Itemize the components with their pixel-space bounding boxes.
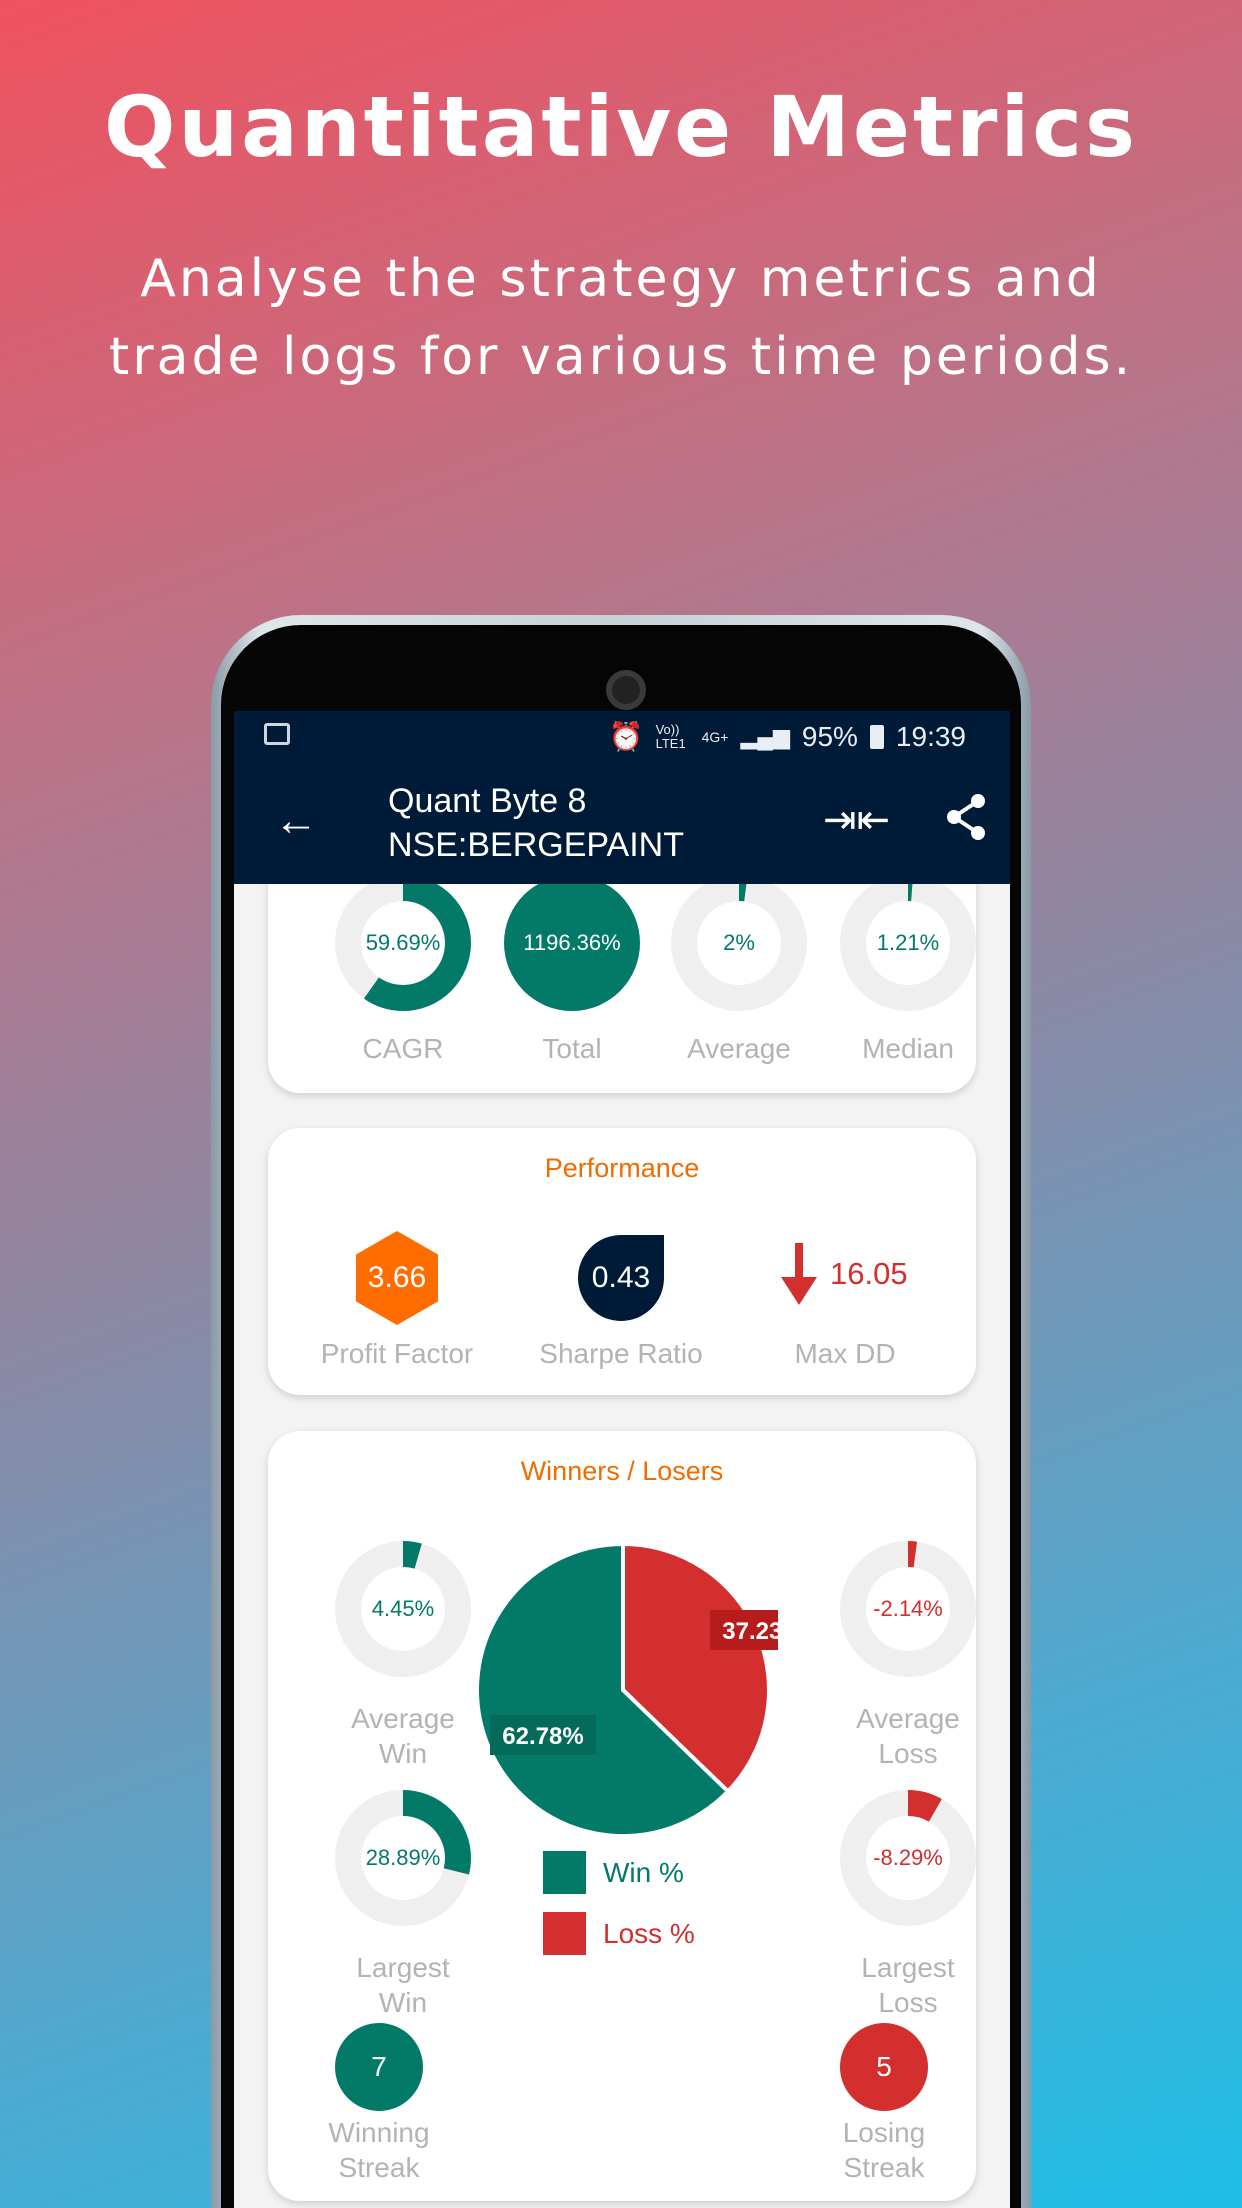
legend-label-win[interactable]: Win % <box>603 1857 684 1889</box>
average-loss-label: Average Loss <box>856 1703 960 1769</box>
sharpe-ratio-badge: 0.43 <box>578 1235 664 1321</box>
donut-total: 1196.36% <box>504 875 640 1011</box>
donut-label-median: Median <box>862 1033 954 1064</box>
performance-title: Performance <box>544 1153 700 1183</box>
profit-factor-badge: 3.66 <box>356 1231 438 1325</box>
pie-label-win: 62.78% <box>490 1715 596 1755</box>
largest-loss-label: Largest Loss <box>861 1952 955 2018</box>
pie-label-loss: 37.23% <box>710 1610 778 1650</box>
donut-average: 2% <box>671 875 807 1011</box>
volte-icon: Vo)) LTE1 <box>655 721 686 751</box>
profit-factor-label: Profit Factor <box>320 1338 474 1369</box>
winning-streak-label: Winning Streak <box>328 2117 430 2183</box>
pie-label-text: 62.78% <box>502 1723 583 1750</box>
donut-value: 4.45% <box>371 1596 435 1621</box>
donut-value: 2% <box>723 930 755 955</box>
losing-streak-badge: 5 <box>840 2023 928 2111</box>
win-loss-pie-chart: 37.23% 62.78% <box>475 1541 778 1838</box>
largest-loss-donut: -8.29% <box>840 1790 976 1926</box>
strategy-title: Quant Byte 8 <box>388 782 587 820</box>
subtitle-line: trade logs for various time periods. <box>108 327 1134 387</box>
average-win-label: Average Win <box>351 1703 455 1769</box>
winners-losers-title: Winners / Losers <box>520 1456 724 1486</box>
losing-streak-label: Losing Streak <box>842 2117 926 2183</box>
arrow-left-icon[interactable]: ← <box>274 796 318 846</box>
largest-win-label: Largest Win <box>356 1952 450 2018</box>
phone-frame: ⏰ Vo)) LTE1 4G+ ▂▄▆ 95% 19:39 ← Quant By… <box>211 615 1031 2208</box>
max-dd-label: Max DD <box>794 1338 896 1369</box>
donut-cagr: 59.69% <box>335 875 471 1011</box>
app-screen: ⏰ Vo)) LTE1 4G+ ▂▄▆ 95% 19:39 ← Quant By… <box>234 711 1010 2208</box>
performance-card: Performance 3.66 Profit Factor 0.43 Shar… <box>268 1128 976 1395</box>
donut-value: 1.21% <box>876 930 940 955</box>
app-bar: ← Quant Byte 8 NSE:BERGEPAINT ⇥⇤ <box>234 761 1010 884</box>
largest-win-donut: 28.89% <box>335 1790 471 1926</box>
donut-median: 1.21% <box>840 875 976 1011</box>
donut-value: 28.89% <box>365 1845 441 1870</box>
symbol-title: NSE:BERGEPAINT <box>388 826 684 864</box>
alarm-icon: ⏰ <box>608 721 644 752</box>
legend-swatch-win <box>543 1851 586 1894</box>
average-loss-donut: -2.14% <box>840 1541 976 1677</box>
legend-label-loss[interactable]: Loss % <box>603 1918 695 1950</box>
winners-losers-card: Winners / Losers 37.23% 62.78% Win % Loss… <box>268 1431 976 2201</box>
image-icon <box>264 723 290 745</box>
clock: 19:39 <box>895 720 966 752</box>
legend-swatch-loss <box>543 1912 586 1955</box>
battery-charging-icon <box>869 724 884 749</box>
max-dd-value: 16.05 <box>830 1256 908 1291</box>
camera <box>606 670 646 710</box>
4g-icon: 4G+ <box>701 728 729 745</box>
battery-text: 95% <box>801 720 858 752</box>
hero-title: Quantitative Metrics <box>103 78 1139 176</box>
donut-value: 1196.36% <box>523 930 621 955</box>
donut-value: -8.29% <box>873 1845 943 1870</box>
pie-label-text: 37.23% <box>722 1618 778 1645</box>
arrow-down-icon <box>781 1243 817 1310</box>
winning-streak-badge: 7 <box>335 2023 423 2111</box>
subtitle-line: Analyse the strategy metrics and <box>140 249 1102 309</box>
donut-value: 59.69% <box>365 930 441 955</box>
average-win-donut: 4.45% <box>335 1541 471 1677</box>
status-bar: ⏰ Vo)) LTE1 4G+ ▂▄▆ 95% 19:39 <box>234 711 1010 761</box>
compare-icon[interactable]: ⇥⇤ <box>823 797 890 843</box>
signal-icon: ▂▄▆ <box>740 723 790 749</box>
donut-value: -2.14% <box>873 1596 943 1621</box>
phone-bezel: ⏰ Vo)) LTE1 4G+ ▂▄▆ 95% 19:39 ← Quant By… <box>221 625 1021 2208</box>
hero-subtitle: Analyse the strategy metrics and trade lo… <box>0 240 1242 396</box>
share-icon[interactable] <box>944 793 988 852</box>
sharpe-ratio-label: Sharpe Ratio <box>539 1338 703 1369</box>
